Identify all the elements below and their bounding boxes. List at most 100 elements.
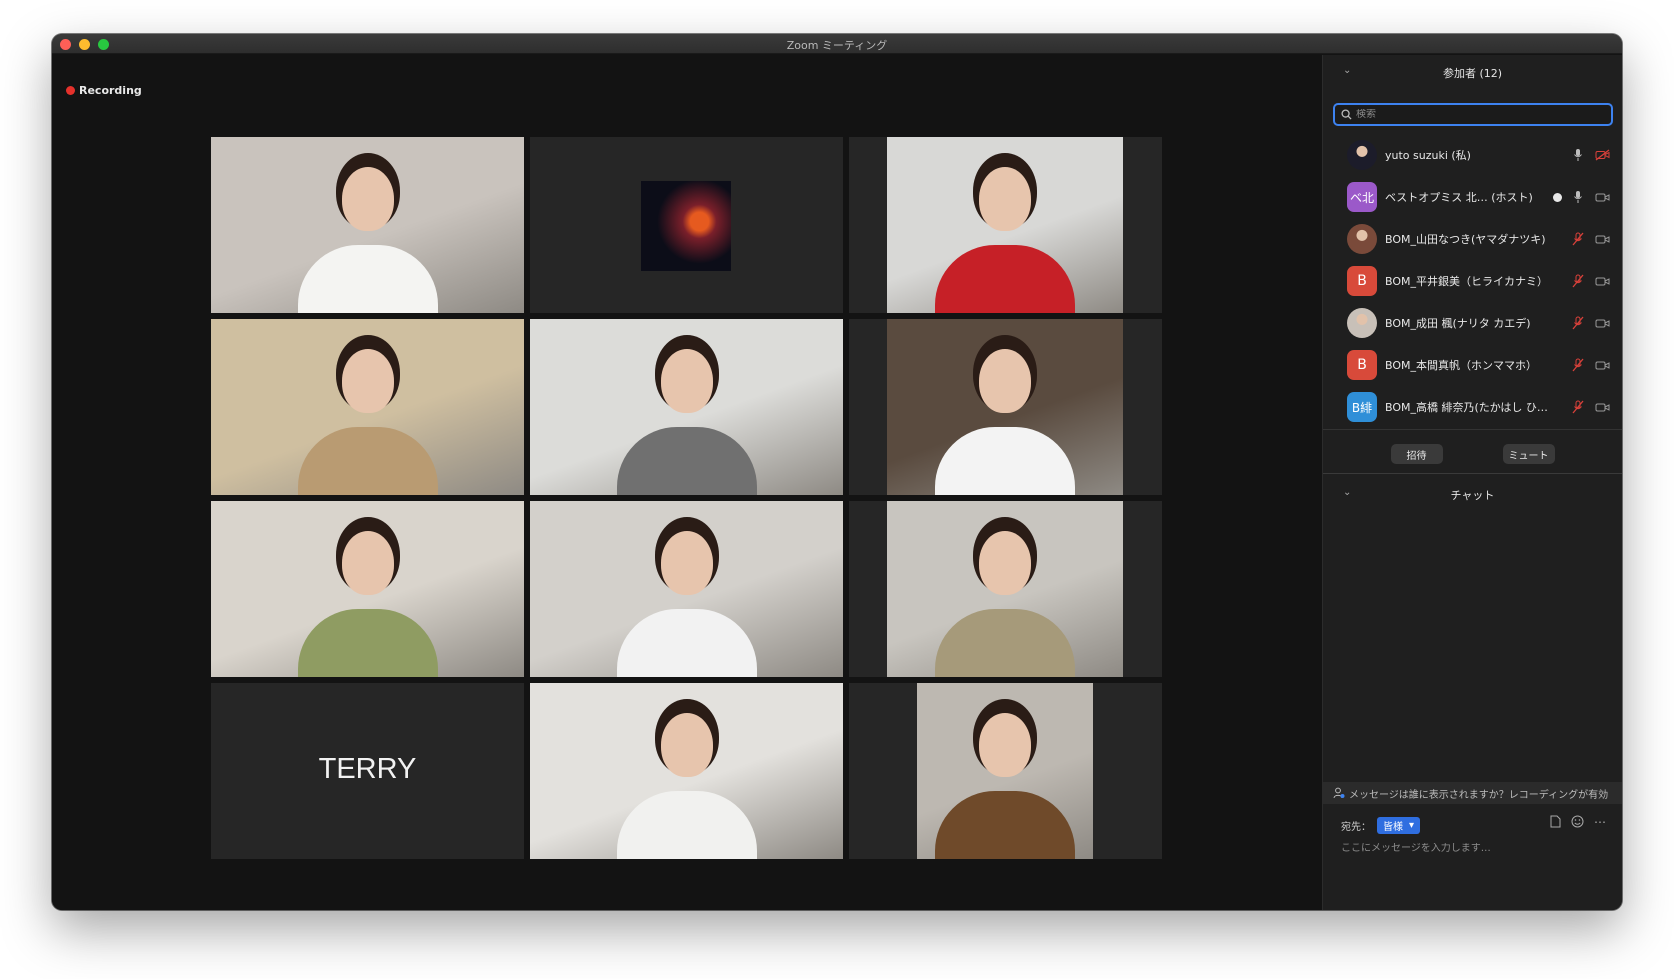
video-tile[interactable]	[849, 137, 1162, 313]
participant-row[interactable]: BOM_成田 楓(ナリタ カエデ)	[1323, 301, 1622, 345]
video-tile[interactable]	[849, 501, 1162, 677]
participant-name-label: TERRY	[318, 753, 417, 785]
title-bar: Zoom ミーティング	[52, 34, 1622, 54]
person-silhouette	[660, 713, 713, 777]
participant-actions: 招待 ミュート	[1323, 444, 1622, 464]
participant-status	[1549, 190, 1610, 204]
person-silhouette	[341, 531, 394, 595]
participant-name: BOM_山田なつき(ヤマダナツキ)	[1385, 233, 1546, 246]
video-camera-icon[interactable]	[1594, 400, 1610, 414]
person-body	[616, 791, 757, 859]
participant-row[interactable]: B BOM_本間真帆（ホンママホ）	[1323, 343, 1622, 387]
participant-row[interactable]: B緋 BOM_高橋 緋奈乃(たかはし ひ…	[1323, 385, 1622, 423]
participant-row[interactable]: B BOM_平井銀美（ヒライカナミ）	[1323, 259, 1622, 303]
chat-title: チャット	[1450, 489, 1495, 502]
video-tile[interactable]	[849, 683, 1162, 859]
person-body	[297, 427, 438, 495]
invite-button[interactable]: 招待	[1390, 444, 1443, 464]
video-tile[interactable]	[530, 501, 843, 677]
divider	[1323, 429, 1622, 430]
participant-video	[887, 319, 1123, 495]
mic-muted-icon[interactable]	[1570, 400, 1586, 414]
participant-name: BOM_本間真帆（ホンママホ）	[1385, 359, 1538, 372]
host-badge-icon	[1553, 192, 1562, 202]
participant-search[interactable]	[1333, 103, 1613, 126]
microphone-icon[interactable]	[1570, 190, 1586, 204]
video-camera-icon[interactable]	[1594, 358, 1610, 372]
participant-row[interactable]: yuto suzuki (私)	[1323, 133, 1622, 177]
chevron-down-icon[interactable]: ⌄	[1343, 487, 1351, 498]
zoom-window: Zoom ミーティング Recording TERRY ⌄ 参加者 (12) y…	[52, 34, 1622, 910]
side-panel: ⌄ 参加者 (12) yuto suzuki (私) ベ北ベストオプミス 北… (…	[1322, 55, 1622, 910]
video-tile[interactable]: TERRY	[211, 683, 524, 859]
person-silhouette	[979, 713, 1031, 777]
mic-muted-icon[interactable]	[1570, 274, 1586, 288]
more-icon[interactable]: ⋯	[1594, 815, 1606, 831]
chat-header: ⌄ チャット	[1323, 487, 1622, 503]
participant-video	[917, 683, 1093, 859]
avatar: B	[1347, 266, 1377, 296]
participant-video	[887, 501, 1123, 677]
avatar: B	[1347, 350, 1377, 380]
video-tile[interactable]	[530, 683, 843, 859]
chat-tools: ⋯	[1550, 815, 1606, 831]
participant-row[interactable]: ベ北 ベストオプミス 北… (ホスト)	[1323, 175, 1622, 219]
video-camera-icon[interactable]	[1594, 316, 1610, 330]
person-body	[297, 245, 438, 313]
video-tile[interactable]	[849, 319, 1162, 495]
participant-video	[530, 683, 843, 859]
chat-info-text: メッセージは誰に表示されますか？レコーディングが有効	[1349, 789, 1609, 801]
divider	[1323, 473, 1622, 474]
video-tile[interactable]	[530, 319, 843, 495]
mic-muted-icon[interactable]	[1570, 358, 1586, 372]
participant-status	[1570, 148, 1610, 162]
microphone-icon[interactable]	[1570, 148, 1586, 162]
video-camera-icon[interactable]	[1594, 190, 1610, 204]
person-info-icon	[1333, 787, 1345, 799]
chat-recipient-row: 宛先： 皆様 ▾	[1341, 817, 1421, 834]
profile-picture	[641, 181, 731, 271]
participant-video	[530, 319, 843, 495]
chat-message-input[interactable]	[1341, 843, 1601, 854]
mute-all-button[interactable]: ミュート	[1502, 444, 1555, 464]
chat-visibility-info[interactable]: メッセージは誰に表示されますか？レコーディングが有効	[1323, 782, 1622, 804]
mic-muted-icon[interactable]	[1570, 316, 1586, 330]
person-silhouette	[979, 531, 1031, 595]
video-tile[interactable]	[211, 501, 524, 677]
file-icon[interactable]	[1550, 815, 1561, 831]
search-icon	[1341, 109, 1352, 120]
recording-indicator[interactable]: Recording	[66, 84, 142, 97]
participant-row[interactable]: BOM_山田なつき(ヤマダナツキ)	[1323, 217, 1622, 261]
participant-name: BOM_成田 楓(ナリタ カエデ)	[1385, 317, 1531, 330]
window-title: Zoom ミーティング	[786, 39, 888, 52]
person-body	[935, 427, 1075, 495]
video-off-icon[interactable]	[1594, 148, 1610, 162]
participant-name: BOM_平井銀美（ヒライカナミ）	[1385, 275, 1549, 288]
avatar	[1347, 308, 1377, 338]
chevron-down-icon[interactable]: ⌄	[1343, 65, 1351, 76]
participants-header: ⌄ 参加者 (12)	[1323, 65, 1622, 85]
caret-down-icon: ▾	[1409, 820, 1415, 831]
video-camera-icon[interactable]	[1594, 274, 1610, 288]
person-body	[935, 245, 1075, 313]
video-tile[interactable]	[211, 137, 524, 313]
mic-muted-icon[interactable]	[1570, 232, 1586, 246]
search-input[interactable]	[1356, 109, 1596, 120]
video-tile[interactable]	[211, 319, 524, 495]
video-camera-icon[interactable]	[1594, 232, 1610, 246]
person-silhouette	[979, 349, 1031, 413]
participant-status	[1570, 232, 1610, 246]
to-label: 宛先：	[1341, 822, 1371, 833]
video-tile[interactable]	[530, 137, 843, 313]
participant-status	[1570, 316, 1610, 330]
recipient-select[interactable]: 皆様 ▾	[1377, 817, 1421, 834]
avatar: ベ北	[1347, 182, 1377, 212]
participant-name: BOM_高橋 緋奈乃(たかはし ひ…	[1385, 401, 1548, 414]
avatar: B緋	[1347, 392, 1377, 422]
emoji-icon[interactable]	[1571, 815, 1584, 831]
person-body	[297, 609, 438, 677]
person-body	[616, 427, 757, 495]
person-body	[935, 791, 1075, 859]
person-silhouette	[660, 349, 713, 413]
participant-video	[211, 319, 524, 495]
